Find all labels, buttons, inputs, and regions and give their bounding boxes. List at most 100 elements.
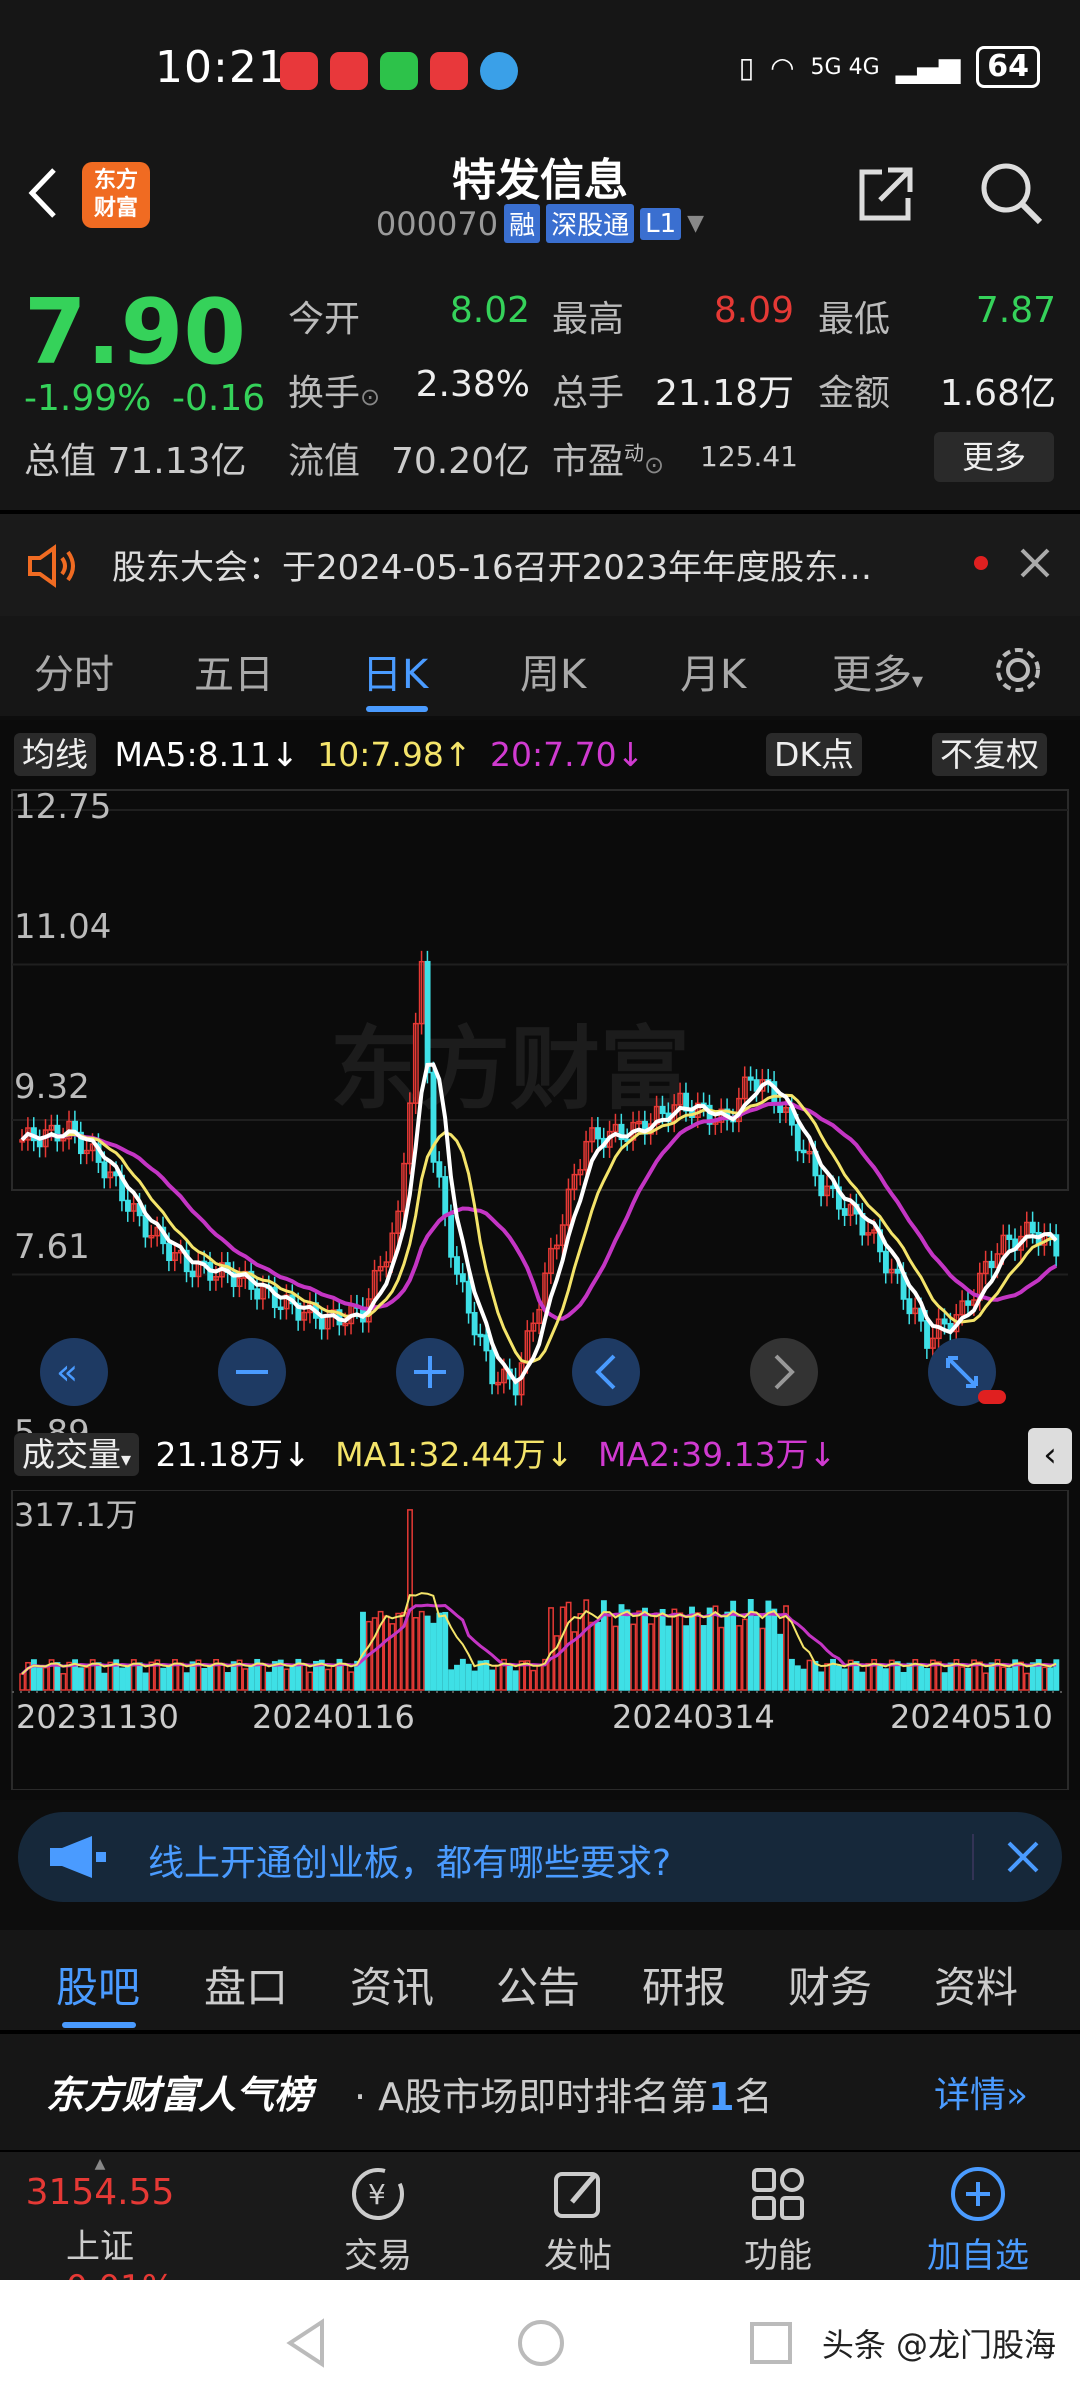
popularity-suffix: 名	[734, 2075, 773, 2119]
indicator-selector[interactable]: 均线	[14, 733, 96, 776]
volume-bar	[659, 1608, 666, 1691]
tab-guba[interactable]: 股吧	[56, 1954, 140, 2015]
volume-bar	[959, 1666, 966, 1691]
candle	[659, 1105, 666, 1115]
tab-announcements[interactable]: 公告	[496, 1954, 580, 2015]
info-icon[interactable]: ⊙	[360, 383, 380, 411]
change-amount: -0.16	[172, 378, 266, 419]
network-label: 5G 4G	[810, 54, 880, 80]
open-label: 今开	[288, 299, 361, 340]
volume-bar	[183, 1672, 190, 1691]
search-icon[interactable]	[976, 158, 1048, 230]
candle	[988, 1260, 995, 1269]
home-circle-icon[interactable]	[516, 2318, 566, 2368]
volume-bar	[83, 1666, 90, 1691]
volume-bar	[606, 1614, 613, 1691]
volume-ma2: MA2:39.13万↓	[597, 1435, 837, 1474]
volume-bar	[835, 1665, 842, 1691]
promo-tip-bar[interactable]: 线上开通创业板，都有哪些要求?	[18, 1812, 1062, 1902]
volume-chart[interactable]: 317.1万 20231130 20240116 20240314 202405…	[0, 1490, 1080, 1790]
tab-monthly-k[interactable]: 月K	[680, 642, 746, 700]
volume-bar	[1018, 1661, 1024, 1691]
tab-intraday[interactable]: 分时	[34, 642, 114, 700]
system-navigation: 头条 @龙门股海	[0, 2280, 1080, 2400]
nav-post[interactable]: 发帖	[478, 2152, 678, 2277]
settings-gear-icon[interactable]	[990, 642, 1046, 698]
volume-bar	[78, 1667, 84, 1691]
nav-add-watchlist[interactable]: 加自选	[878, 2152, 1078, 2277]
tab-weekly-k[interactable]: 周K	[520, 642, 586, 700]
volume-bar	[788, 1658, 795, 1691]
info-tabs: 股吧 盘口 资讯 公告 研报 财务 资料	[0, 1930, 1080, 2030]
candle	[36, 1139, 43, 1148]
tab-handicap[interactable]: 盘口	[204, 1954, 288, 2015]
tab-finance[interactable]: 财务	[788, 1954, 872, 2015]
volume-bar	[395, 1612, 402, 1691]
tab-research[interactable]: 研报	[642, 1954, 726, 2015]
ma-legend: 均线 MA5:8.11↓ 10:7.98↑ 20:7.70↓	[14, 728, 644, 776]
back-triangle-icon[interactable]	[284, 2318, 328, 2368]
scroll-left-button[interactable]	[572, 1338, 640, 1406]
volume-bar	[1023, 1672, 1030, 1691]
tab-five-day[interactable]: 五日	[194, 642, 274, 700]
dk-point-button[interactable]: DK点	[766, 728, 863, 776]
date-label: 20240314	[612, 1698, 775, 1736]
volume-bar	[471, 1670, 478, 1691]
ma10-value: 10:7.98↑	[317, 735, 472, 774]
scroll-right-button[interactable]	[750, 1338, 818, 1406]
dropdown-arrow-icon[interactable]: ▼	[687, 211, 704, 236]
nav-features[interactable]: 功能	[678, 2152, 878, 2277]
margin-tag: 融	[504, 204, 541, 243]
volume-bar	[418, 1610, 425, 1691]
tab-daily-k[interactable]: 日K	[362, 642, 428, 700]
volume-bar	[595, 1621, 601, 1691]
y-tick: 9.32	[14, 1067, 90, 1107]
tab-news[interactable]: 资讯	[350, 1954, 434, 2015]
y-tick: 7.61	[14, 1227, 90, 1267]
share-icon[interactable]	[852, 162, 918, 228]
volume-bar	[818, 1671, 825, 1691]
info-icon[interactable]: ⊙	[644, 451, 664, 479]
volume-selector[interactable]: 成交量▾	[14, 1433, 140, 1476]
nav-features-label: 功能	[744, 2236, 812, 2276]
recents-square-icon[interactable]	[748, 2320, 794, 2366]
volume-bar	[436, 1612, 443, 1691]
details-link[interactable]: 详情»	[934, 2066, 1028, 2118]
volume-bar	[618, 1604, 625, 1691]
volume-bar	[642, 1607, 648, 1691]
candle	[1029, 1221, 1036, 1234]
speaker-icon	[28, 544, 75, 588]
popularity-bar[interactable]: 东方财富人气榜 · A股市场即时排名第1名 详情»	[0, 2030, 1080, 2154]
unread-dot	[974, 556, 988, 570]
volume-bar	[918, 1665, 925, 1691]
volume-bar	[301, 1663, 308, 1691]
chart-watermark: 东方财富	[330, 1017, 690, 1122]
volume-bar	[841, 1668, 848, 1691]
tab-profile[interactable]: 资料	[934, 1954, 1018, 2015]
high-value: 8.09	[713, 290, 794, 331]
volume-bar	[906, 1662, 913, 1691]
battery-icon: 64	[976, 46, 1040, 88]
volume-bar	[1041, 1666, 1048, 1691]
nav-trade[interactable]: ¥ 交易	[278, 2152, 478, 2277]
adjust-button[interactable]: 不复权	[932, 728, 1047, 776]
kline-chart-area[interactable]: 均线 MA5:8.11↓ 10:7.98↑ 20:7.70↓ DK点 不复权 东…	[0, 720, 1080, 1800]
collapse-panel-button[interactable]: ‹	[1028, 1428, 1072, 1484]
level-tag: L1	[640, 207, 682, 240]
volume-bar	[160, 1667, 167, 1691]
close-icon[interactable]	[1006, 1840, 1040, 1874]
volume-bar	[624, 1609, 631, 1691]
volume-bar	[19, 1673, 26, 1691]
y-tick: 11.04	[14, 907, 111, 947]
candle	[477, 1333, 484, 1338]
tab-more[interactable]: 更多▾	[832, 642, 923, 700]
volume-bar	[865, 1662, 872, 1691]
announcement-bar[interactable]: 股东大会：于2024-05-16召开2023年年度股东…	[0, 510, 1080, 616]
megaphone-icon	[50, 1836, 106, 1878]
more-quote-button[interactable]: 更多	[934, 432, 1054, 482]
volume-bar	[771, 1608, 778, 1691]
candle	[483, 1334, 490, 1352]
ma20-value: 20:7.70↓	[490, 735, 645, 774]
date-label: 20240116	[252, 1698, 415, 1736]
close-icon[interactable]	[1018, 546, 1052, 580]
